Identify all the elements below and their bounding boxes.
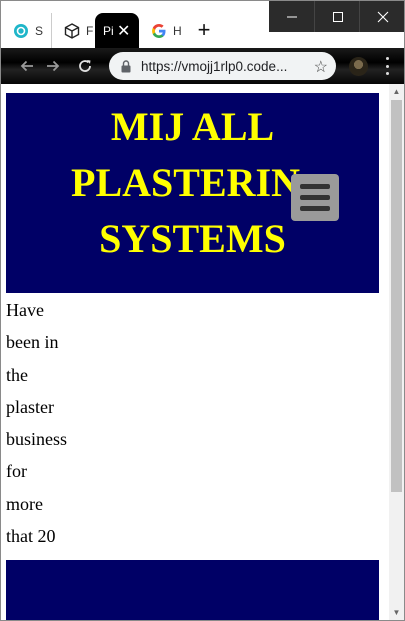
- reload-button[interactable]: [73, 54, 97, 78]
- profile-avatar[interactable]: [349, 57, 368, 76]
- tab-3-active[interactable]: Pi ✕: [95, 13, 139, 48]
- scroll-up-arrow-icon[interactable]: ▲: [389, 84, 404, 99]
- tab-4-title: H: [173, 23, 181, 38]
- arrow-left-icon: [20, 60, 33, 72]
- minimize-button[interactable]: [269, 1, 314, 32]
- google-g-icon: [151, 23, 167, 39]
- intro-line: for: [6, 461, 27, 482]
- dot-icon: [385, 64, 389, 68]
- lock-icon: [121, 59, 131, 73]
- vertical-scrollbar[interactable]: ▲ ▼: [389, 84, 404, 620]
- bookmark-star-icon[interactable]: ☆: [314, 57, 328, 77]
- dot-icon: [385, 72, 389, 75]
- codepen-circle-icon: [13, 23, 29, 39]
- intro-line: been in: [6, 332, 59, 353]
- footer-section: [6, 560, 379, 620]
- menu-bar-icon: [300, 195, 330, 200]
- tab-strip: S F Pi ✕ H +: [1, 1, 404, 48]
- browser-toolbar: https://vmojj1rlp0.code... ☆: [1, 48, 404, 84]
- hamburger-menu-button[interactable]: [291, 174, 339, 221]
- close-icon: [377, 11, 388, 22]
- menu-bar-icon: [300, 206, 330, 211]
- browser-window: S F Pi ✕ H + https://vmojj1rlp0.code... …: [0, 0, 405, 621]
- back-button[interactable]: [15, 54, 39, 78]
- site-title-line: MIJ ALL: [110, 104, 275, 149]
- intro-line: more: [6, 493, 43, 514]
- scrollbar-thumb[interactable]: [391, 100, 402, 492]
- tab-4[interactable]: H: [139, 13, 183, 48]
- new-tab-button[interactable]: +: [193, 19, 215, 41]
- minimize-icon: [286, 16, 297, 17]
- address-bar[interactable]: https://vmojj1rlp0.code... ☆: [109, 52, 336, 80]
- intro-line: business: [6, 429, 68, 450]
- codesandbox-box-icon: [64, 22, 80, 39]
- tab-1-title: S: [35, 23, 43, 38]
- intro-paragraph: Have been in the plaster business for mo…: [6, 294, 86, 552]
- browser-menu-button[interactable]: [383, 57, 391, 75]
- tab-1[interactable]: S: [1, 13, 51, 48]
- menu-bar-icon: [300, 184, 330, 189]
- scroll-down-arrow-icon[interactable]: ▼: [389, 605, 404, 620]
- forward-button[interactable]: [41, 54, 65, 78]
- tab-2-title: F: [86, 23, 94, 38]
- intro-line: Have: [6, 300, 44, 320]
- page-viewport: MIJ ALL PLASTERIN SYSTEMS Have been in t…: [1, 84, 389, 620]
- maximize-button[interactable]: [314, 1, 360, 32]
- intro-line: the: [6, 364, 28, 385]
- close-icon[interactable]: ✕: [117, 21, 130, 41]
- reload-icon: [79, 60, 91, 72]
- site-header: MIJ ALL PLASTERIN SYSTEMS: [6, 93, 379, 293]
- tab-3-title: Pi: [103, 23, 113, 38]
- intro-line: plaster: [6, 396, 54, 417]
- dot-icon: [385, 57, 389, 60]
- arrow-right-icon: [47, 60, 60, 72]
- window-close-button[interactable]: [359, 1, 404, 32]
- intro-line: that 20: [6, 526, 56, 547]
- tab-2[interactable]: F: [51, 13, 96, 48]
- maximize-icon: [332, 11, 343, 22]
- url-text: https://vmojj1rlp0.code...: [141, 58, 288, 74]
